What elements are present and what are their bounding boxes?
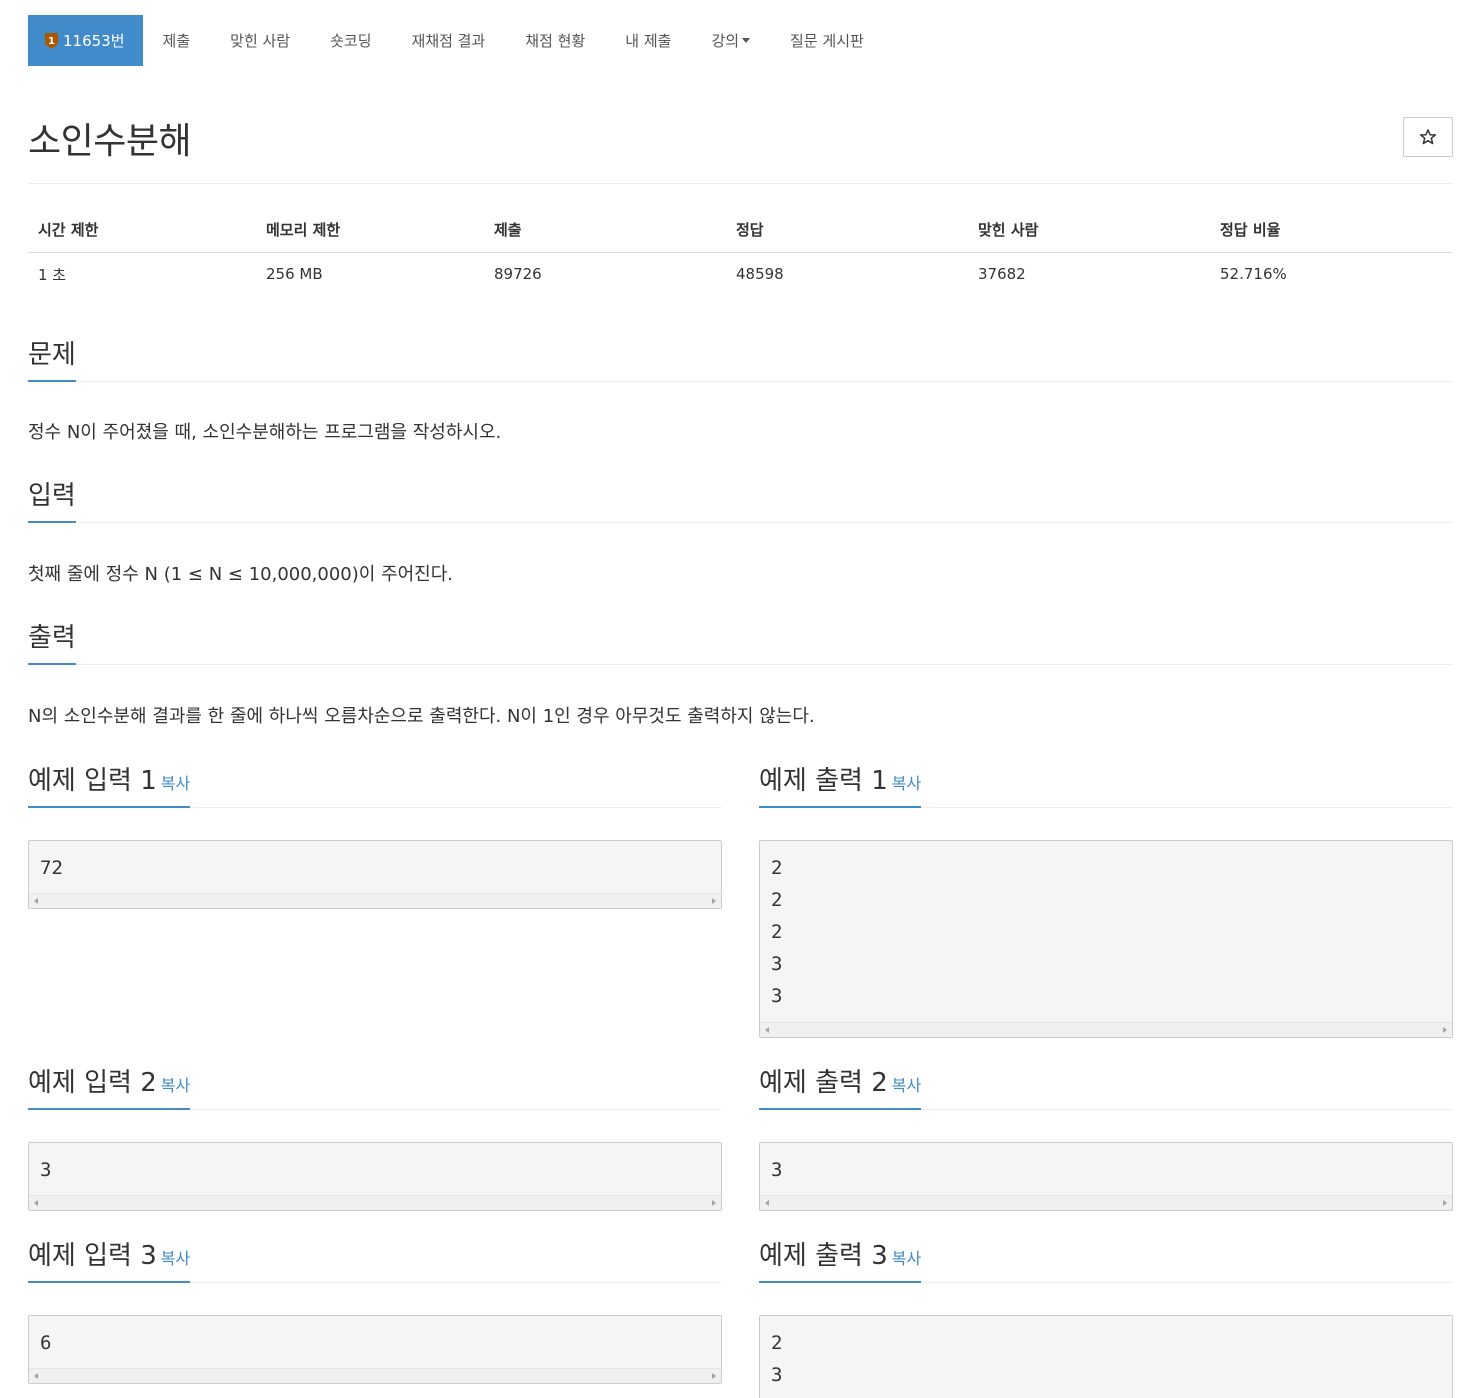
header-accepted: 정답 bbox=[726, 208, 968, 253]
value-submissions: 89726 bbox=[494, 265, 542, 284]
horizontal-scrollbar[interactable] bbox=[29, 893, 721, 908]
input-section-header: 입력 bbox=[28, 467, 1453, 523]
sample-output-2-title: 예제 출력 2 bbox=[759, 1068, 888, 1098]
value-accepted: 48598 bbox=[736, 265, 784, 284]
value-solved-users: 37682 bbox=[978, 265, 1026, 284]
scroll-left-icon[interactable] bbox=[34, 898, 38, 904]
header-accept-ratio: 정답 비율 bbox=[1210, 208, 1453, 253]
scroll-right-icon[interactable] bbox=[712, 898, 716, 904]
sample-line: 3 bbox=[40, 1159, 52, 1181]
header-time-limit: 시간 제한 bbox=[28, 208, 256, 253]
sample-line: 2 bbox=[771, 921, 783, 943]
nav-solved-users[interactable]: 맞힌 사람 bbox=[210, 15, 310, 66]
sample-output-2-header: 예제 출력 2 복사 bbox=[759, 1054, 1453, 1110]
nav-my-submissions[interactable]: 내 제출 bbox=[605, 15, 691, 66]
header-memory-limit: 메모리 제한 bbox=[256, 208, 484, 253]
nav-submit[interactable]: 제출 bbox=[143, 15, 211, 66]
value-accept-ratio: 52.716% bbox=[1220, 265, 1287, 284]
sample-line: 3 bbox=[771, 953, 783, 975]
sample-output-3-header: 예제 출력 3 복사 bbox=[759, 1227, 1453, 1283]
problem-nav: 1 11653번 제출 맞힌 사람 숏코딩 재채점 결과 채점 현황 내 제출 … bbox=[28, 15, 884, 66]
tier-badge-icon: 1 bbox=[44, 32, 59, 50]
output-section-title: 출력 bbox=[28, 617, 76, 665]
sample-line: 2 bbox=[771, 1332, 783, 1354]
sample-line: 3 bbox=[771, 1159, 783, 1181]
sample-input-2-title: 예제 입력 2 bbox=[28, 1068, 157, 1098]
header-submissions: 제출 bbox=[484, 208, 726, 253]
input-description: 첫째 줄에 정수 N (1 ≤ N ≤ 10,000,000)이 주어진다. bbox=[28, 564, 454, 585]
scroll-left-icon[interactable] bbox=[34, 1200, 38, 1206]
sample-output-2-box[interactable]: 3 bbox=[759, 1142, 1453, 1211]
horizontal-scrollbar[interactable] bbox=[29, 1368, 721, 1383]
sample-line: 72 bbox=[40, 857, 63, 879]
copy-sample-input-1-button[interactable]: 복사 bbox=[161, 774, 190, 793]
problem-section-title: 문제 bbox=[28, 334, 76, 382]
copy-sample-output-1-button[interactable]: 복사 bbox=[892, 774, 921, 793]
scroll-left-icon[interactable] bbox=[765, 1027, 769, 1033]
nav-question-board[interactable]: 질문 게시판 bbox=[770, 15, 884, 66]
scroll-left-icon[interactable] bbox=[34, 1373, 38, 1379]
table-row: 1 초 256 MB 89726 48598 37682 52.716% bbox=[28, 252, 1453, 296]
sample-input-3-header: 예제 입력 3 복사 bbox=[28, 1227, 722, 1283]
scroll-right-icon[interactable] bbox=[1443, 1027, 1447, 1033]
sample-output-3-title: 예제 출력 3 bbox=[759, 1241, 888, 1271]
sample-input-3-title: 예제 입력 3 bbox=[28, 1241, 157, 1271]
horizontal-scrollbar[interactable] bbox=[760, 1022, 1452, 1037]
caret-down-icon bbox=[742, 38, 751, 43]
nav-lectures-label: 강의 bbox=[711, 32, 740, 50]
nav-problem-id[interactable]: 1 11653번 bbox=[28, 15, 143, 66]
problem-info-table: 시간 제한 메모리 제한 제출 정답 맞힌 사람 정답 비율 1 초 256 M… bbox=[28, 208, 1453, 296]
copy-sample-input-2-button[interactable]: 복사 bbox=[161, 1076, 190, 1095]
nav-short-coding[interactable]: 숏코딩 bbox=[310, 15, 391, 66]
sample-line: 2 bbox=[771, 857, 783, 879]
copy-sample-input-3-button[interactable]: 복사 bbox=[161, 1249, 190, 1268]
scroll-right-icon[interactable] bbox=[1443, 1200, 1447, 1206]
value-time-limit: 1 초 bbox=[38, 265, 67, 284]
scroll-right-icon[interactable] bbox=[712, 1200, 716, 1206]
nav-problem-id-label: 11653번 bbox=[63, 32, 125, 50]
sample-input-3-box[interactable]: 6 bbox=[28, 1315, 722, 1384]
sample-input-2-box[interactable]: 3 bbox=[28, 1142, 722, 1211]
scroll-right-icon[interactable] bbox=[712, 1373, 716, 1379]
tier-level: 1 bbox=[48, 36, 55, 47]
sample-input-1-title: 예제 입력 1 bbox=[28, 766, 157, 796]
scroll-left-icon[interactable] bbox=[765, 1200, 769, 1206]
problem-description: 정수 N이 주어졌을 때, 소인수분해하는 프로그램을 작성하시오. bbox=[28, 422, 502, 443]
value-memory-limit: 256 MB bbox=[266, 265, 323, 284]
sample-output-3-box[interactable]: 2 3 bbox=[759, 1315, 1453, 1398]
star-icon bbox=[1419, 129, 1437, 145]
nav-judge-status[interactable]: 채점 현황 bbox=[505, 15, 605, 66]
output-description: N의 소인수분해 결과를 한 줄에 하나씩 오름차순으로 출력한다. N이 1인… bbox=[28, 706, 815, 727]
horizontal-scrollbar[interactable] bbox=[760, 1195, 1452, 1210]
sample-output-1-header: 예제 출력 1 복사 bbox=[759, 752, 1453, 808]
sample-line: 3 bbox=[771, 985, 783, 1007]
copy-sample-output-3-button[interactable]: 복사 bbox=[892, 1249, 921, 1268]
sample-line: 2 bbox=[771, 889, 783, 911]
sample-output-1-box[interactable]: 2 2 2 3 3 bbox=[759, 840, 1453, 1038]
problem-section-header: 문제 bbox=[28, 326, 1453, 382]
sample-input-2-header: 예제 입력 2 복사 bbox=[28, 1054, 722, 1110]
page-title: 소인수분해 bbox=[28, 121, 192, 162]
sample-input-1-header: 예제 입력 1 복사 bbox=[28, 752, 722, 808]
horizontal-scrollbar[interactable] bbox=[29, 1195, 721, 1210]
output-section-header: 출력 bbox=[28, 609, 1453, 665]
nav-rejudge-results[interactable]: 재채점 결과 bbox=[392, 15, 506, 66]
table-header-row: 시간 제한 메모리 제한 제출 정답 맞힌 사람 정답 비율 bbox=[28, 208, 1453, 253]
title-divider bbox=[28, 183, 1453, 184]
sample-input-1-box[interactable]: 72 bbox=[28, 840, 722, 909]
sample-line: 3 bbox=[771, 1364, 783, 1386]
nav-lectures-dropdown[interactable]: 강의 bbox=[691, 15, 770, 66]
sample-output-1-title: 예제 출력 1 bbox=[759, 766, 888, 796]
copy-sample-output-2-button[interactable]: 복사 bbox=[892, 1076, 921, 1095]
input-section-title: 입력 bbox=[28, 475, 76, 523]
sample-line: 6 bbox=[40, 1332, 52, 1354]
favorite-button[interactable] bbox=[1403, 117, 1453, 157]
header-solved-users: 맞힌 사람 bbox=[968, 208, 1210, 253]
